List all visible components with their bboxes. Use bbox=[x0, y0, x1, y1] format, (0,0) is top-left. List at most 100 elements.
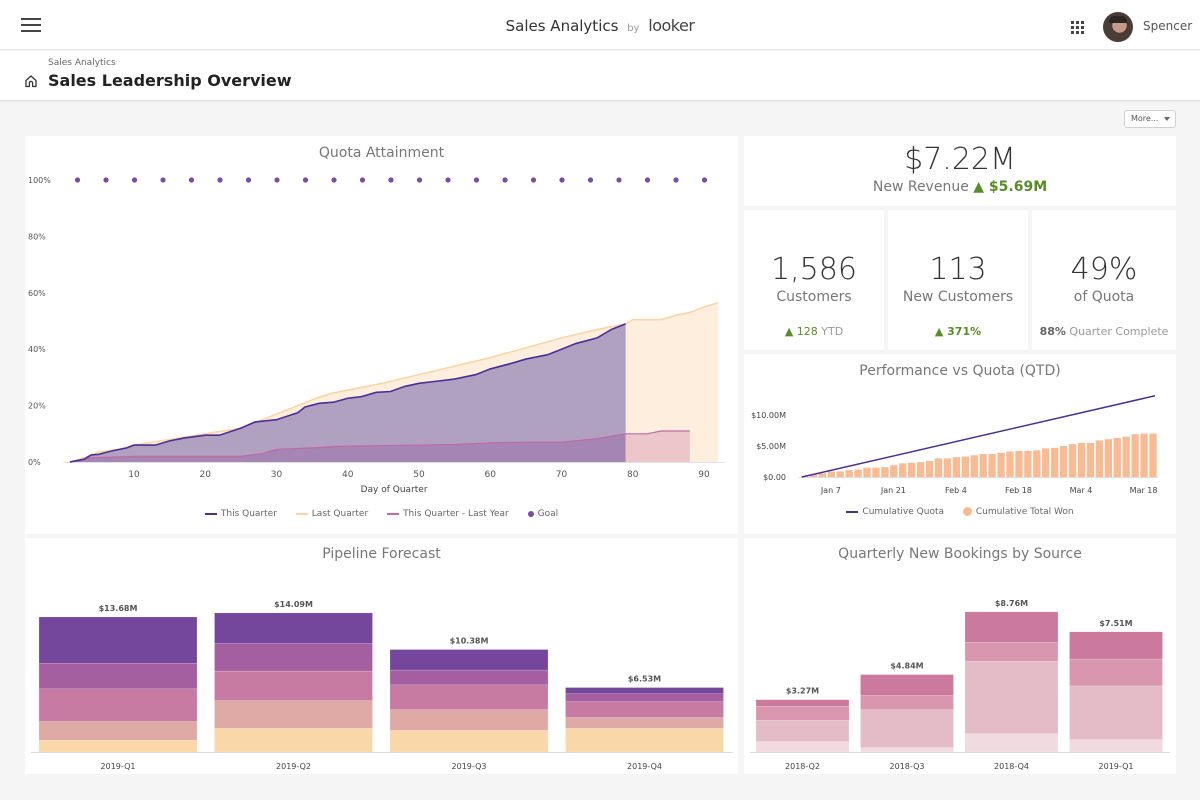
kpi-label-text: New Revenue bbox=[872, 179, 969, 195]
legend-item[interactable]: Cumulative Quota bbox=[846, 507, 944, 517]
top-bar: Sales Analytics by looker Spencer bbox=[0, 0, 1200, 50]
goal-point bbox=[644, 177, 651, 183]
won-bar bbox=[1086, 442, 1095, 477]
kpi-sub: ▲ 128 YTD bbox=[744, 325, 884, 338]
legend-item[interactable]: This Quarter bbox=[204, 509, 277, 519]
breadcrumb[interactable]: Sales Analytics bbox=[48, 58, 116, 68]
kpi-delta: ▲ 371% bbox=[934, 325, 982, 338]
user-name[interactable]: Spencer bbox=[1143, 19, 1192, 33]
goal-point bbox=[616, 177, 622, 183]
goal-point bbox=[359, 177, 366, 183]
kpi-value: $7.22M bbox=[904, 142, 1016, 177]
goal-point bbox=[245, 177, 252, 183]
won-bar bbox=[1095, 440, 1104, 477]
legend-swatch bbox=[295, 512, 308, 515]
won-bar bbox=[899, 463, 907, 477]
bar-segment bbox=[214, 643, 373, 672]
bar-segment bbox=[964, 660, 1059, 734]
goal-point bbox=[559, 177, 565, 183]
goal-point bbox=[131, 177, 138, 183]
bar-segment bbox=[214, 728, 373, 753]
bar-total-label: $13.68M bbox=[99, 604, 138, 613]
y-tick-label: 0% bbox=[28, 458, 41, 467]
caret-down-icon bbox=[1164, 117, 1170, 121]
won-bar bbox=[1051, 447, 1059, 477]
avatar[interactable] bbox=[1103, 12, 1133, 42]
kpi-label: New Revenue ▲ $5.69M bbox=[744, 179, 1176, 195]
x-tick-label: 90 bbox=[698, 470, 710, 480]
won-bar bbox=[1006, 451, 1014, 477]
bar-segment bbox=[565, 717, 724, 729]
x-tick-label: 2018-Q2 bbox=[785, 762, 820, 771]
won-bar bbox=[1149, 433, 1157, 477]
bar-segment bbox=[38, 739, 198, 753]
kpi-delta: ▲ $5.69M bbox=[973, 179, 1048, 195]
won-bar bbox=[1140, 433, 1148, 477]
kpi-value: 1,586 bbox=[771, 252, 857, 287]
won-bar bbox=[925, 460, 934, 477]
bar-segment bbox=[755, 719, 850, 742]
bar-segment bbox=[389, 730, 549, 753]
legend-item[interactable]: This Quarter - Last Year bbox=[387, 509, 509, 519]
x-tick-label: Feb 4 bbox=[945, 486, 967, 495]
won-bar bbox=[934, 458, 943, 477]
goal-point bbox=[587, 177, 594, 183]
x-tick-label: 30 bbox=[271, 470, 283, 480]
kpi-label: Customers bbox=[776, 289, 852, 305]
x-tick-label: 2018-Q4 bbox=[994, 762, 1029, 771]
won-bar bbox=[970, 455, 978, 477]
x-tick-label: 20 bbox=[200, 470, 212, 480]
won-bar bbox=[1104, 439, 1112, 477]
bar-segment bbox=[214, 700, 373, 729]
bar-segment bbox=[389, 649, 549, 671]
x-axis-label: Day of Quarter bbox=[361, 485, 428, 495]
goal-point bbox=[416, 177, 423, 183]
x-tick-label: 50 bbox=[413, 470, 425, 480]
bar-segment bbox=[755, 699, 850, 707]
legend-swatch bbox=[204, 512, 217, 515]
x-tick-label: 2019-Q1 bbox=[101, 762, 136, 771]
bar-segment bbox=[860, 674, 954, 696]
bar-segment bbox=[860, 709, 954, 748]
kpi-delta-suffix: Quarter Complete bbox=[1069, 325, 1169, 338]
y-tick-label: $0.00 bbox=[763, 473, 786, 482]
by-label: by bbox=[627, 23, 640, 34]
won-bar bbox=[997, 452, 1005, 477]
legend-label: Last Quarter bbox=[311, 509, 369, 519]
won-bar bbox=[881, 467, 889, 477]
goal-point bbox=[445, 177, 451, 183]
home-icon[interactable] bbox=[24, 74, 38, 88]
won-bar bbox=[1113, 437, 1121, 477]
bar-total-label: $4.84M bbox=[890, 662, 923, 671]
bar-total-label: $3.27M bbox=[786, 687, 819, 696]
won-bar bbox=[1131, 434, 1139, 477]
more-button-label: More... bbox=[1131, 114, 1159, 123]
goal-point bbox=[331, 177, 337, 183]
legend-item[interactable]: Cumulative Total Won bbox=[962, 507, 1074, 517]
bar-segment bbox=[755, 741, 850, 753]
legend-item[interactable]: Goal bbox=[527, 509, 558, 519]
won-bar bbox=[943, 458, 952, 477]
bar-segment bbox=[860, 747, 954, 753]
bar-segment bbox=[565, 687, 724, 694]
legend-item[interactable]: Last Quarter bbox=[295, 509, 369, 519]
performance-vs-quota-tile: Performance vs Quota (QTD) $0.00 $5.00M $1… bbox=[744, 354, 1176, 534]
apps-grid-icon[interactable] bbox=[1071, 21, 1084, 34]
goal-point bbox=[217, 177, 223, 183]
bar-segment bbox=[565, 728, 724, 753]
won-bar bbox=[818, 473, 827, 477]
bar-segment bbox=[1069, 631, 1163, 660]
goal-point bbox=[302, 177, 309, 183]
customers-tile: 1,586 Customers ▲ 128 YTD bbox=[744, 210, 884, 350]
won-bar bbox=[845, 470, 853, 477]
x-tick-label: Jan 7 bbox=[820, 486, 841, 495]
won-bar bbox=[890, 465, 898, 477]
bar-segment bbox=[1069, 739, 1163, 753]
bar-total-label: $8.76M bbox=[995, 599, 1028, 608]
bar-segment bbox=[860, 695, 954, 710]
bar-total-label: $14.09M bbox=[274, 600, 313, 609]
more-button[interactable]: More... bbox=[1124, 110, 1176, 128]
won-bar bbox=[979, 454, 987, 477]
x-tick-label: Jan 21 bbox=[880, 486, 906, 495]
kpi-label: New Customers bbox=[902, 289, 1014, 305]
